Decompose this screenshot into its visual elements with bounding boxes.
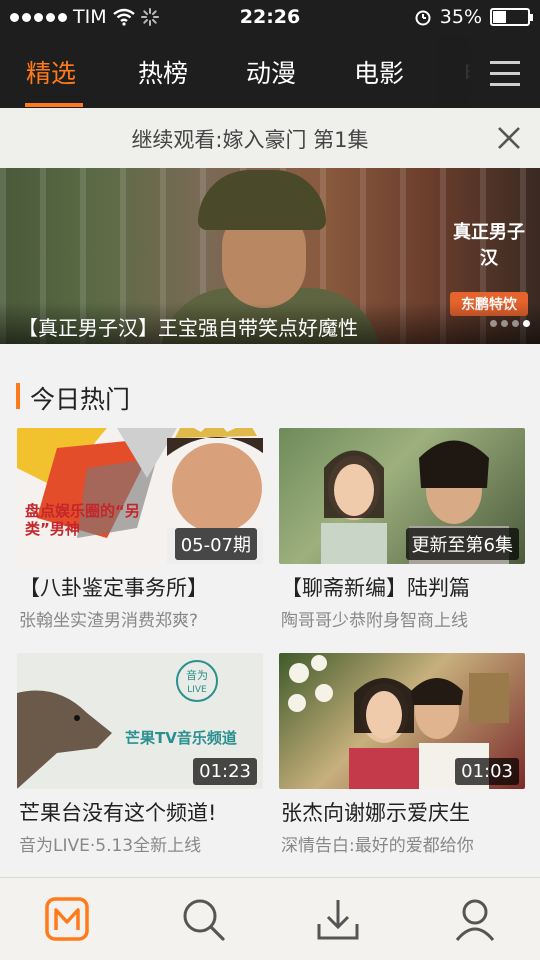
status-bar: TIM 22:26 35% <box>0 0 540 36</box>
show-logo: 真正男子汉 东鹏特饮 <box>450 188 528 316</box>
page-dot-active <box>523 320 530 327</box>
video-subtitle: 深情告白:最好的爱都给你 <box>281 836 474 856</box>
close-icon[interactable] <box>496 125 522 151</box>
video-card[interactable]: 盘点娱乐圈的“另类”男神 05-07期 【八卦鉴定事务所】 张翰坐实渣男消费郑爽… <box>17 428 263 638</box>
video-card[interactable]: 更新至第6集 【聊斋新编】陆判篇 陶哥哥少恭附身智商上线 <box>279 428 525 638</box>
video-title: 【聊斋新编】陆判篇 <box>281 576 470 600</box>
video-title: 芒果台没有这个频道! <box>19 801 217 825</box>
bottom-tab-bar <box>0 877 540 960</box>
tab-selected[interactable]: 精选 <box>26 54 76 90</box>
section-title: 今日热门 <box>30 385 131 414</box>
video-card[interactable]: 音为 LIVE 芒果TV音乐频道 01:23 芒果台没有这个频道! 音为LIVE… <box>17 653 263 863</box>
video-thumbnail: 盘点娱乐圈的“另类”男神 05-07期 <box>17 428 263 564</box>
banner-caption: 【真正男子汉】王宝强自带笑点好魔性 <box>18 316 358 340</box>
tab-anime[interactable]: 动漫 <box>246 54 296 90</box>
page-dot <box>490 320 497 327</box>
duration-badge: 01:23 <box>193 758 257 785</box>
battery-icon <box>490 8 533 26</box>
download-icon[interactable] <box>315 896 361 942</box>
duration-badge: 01:03 <box>455 758 519 785</box>
episode-badge: 更新至第6集 <box>405 528 519 560</box>
continue-watching-text: 继续观看:嫁入豪门 第1集 <box>131 128 369 152</box>
mango-home-icon[interactable] <box>44 896 90 942</box>
page-dot <box>512 320 519 327</box>
channel-menu-button[interactable] <box>470 36 540 108</box>
video-title: 张杰向谢娜示爱庆生 <box>281 801 470 825</box>
battery-percentage: 35% <box>439 6 482 28</box>
section-accent-bar <box>16 383 20 409</box>
hero-banner[interactable]: 真正男子汉 东鹏特饮 【真正男子汉】王宝强自带笑点好魔性 <box>0 168 540 344</box>
svg-text:音为: 音为 <box>186 668 208 682</box>
video-card[interactable]: 01:03 张杰向谢娜示爱庆生 深情告白:最好的爱都给你 <box>279 653 525 863</box>
video-subtitle: 音为LIVE·5.13全新上线 <box>19 836 202 856</box>
video-thumbnail: 01:03 <box>279 653 525 789</box>
thumbnail-text: 盘点娱乐圈的“另类”男神 <box>25 502 140 538</box>
alarm-icon <box>415 10 431 26</box>
user-icon[interactable] <box>452 896 498 942</box>
video-title: 【八卦鉴定事务所】 <box>19 576 208 600</box>
page-indicator <box>490 320 530 327</box>
video-subtitle: 张翰坐实渣男消费郑爽? <box>19 611 199 631</box>
video-thumbnail: 音为 LIVE 芒果TV音乐频道 01:23 <box>17 653 263 789</box>
episode-badge: 05-07期 <box>174 528 257 560</box>
page-dot <box>501 320 508 327</box>
thumbnail-text: 芒果TV音乐频道 <box>125 729 237 747</box>
video-thumbnail: 更新至第6集 <box>279 428 525 564</box>
svg-text:LIVE: LIVE <box>187 685 207 695</box>
active-tab-indicator <box>25 103 83 107</box>
search-icon[interactable] <box>180 896 226 942</box>
video-subtitle: 陶哥哥少恭附身智商上线 <box>281 611 468 631</box>
tab-hot-list[interactable]: 热榜 <box>138 54 188 90</box>
tab-movies[interactable]: 电影 <box>354 54 404 90</box>
category-tabs: 精选 热榜 动漫 电影 电 <box>0 36 540 108</box>
continue-watching-bar[interactable]: 继续观看:嫁入豪门 第1集 <box>0 108 540 168</box>
